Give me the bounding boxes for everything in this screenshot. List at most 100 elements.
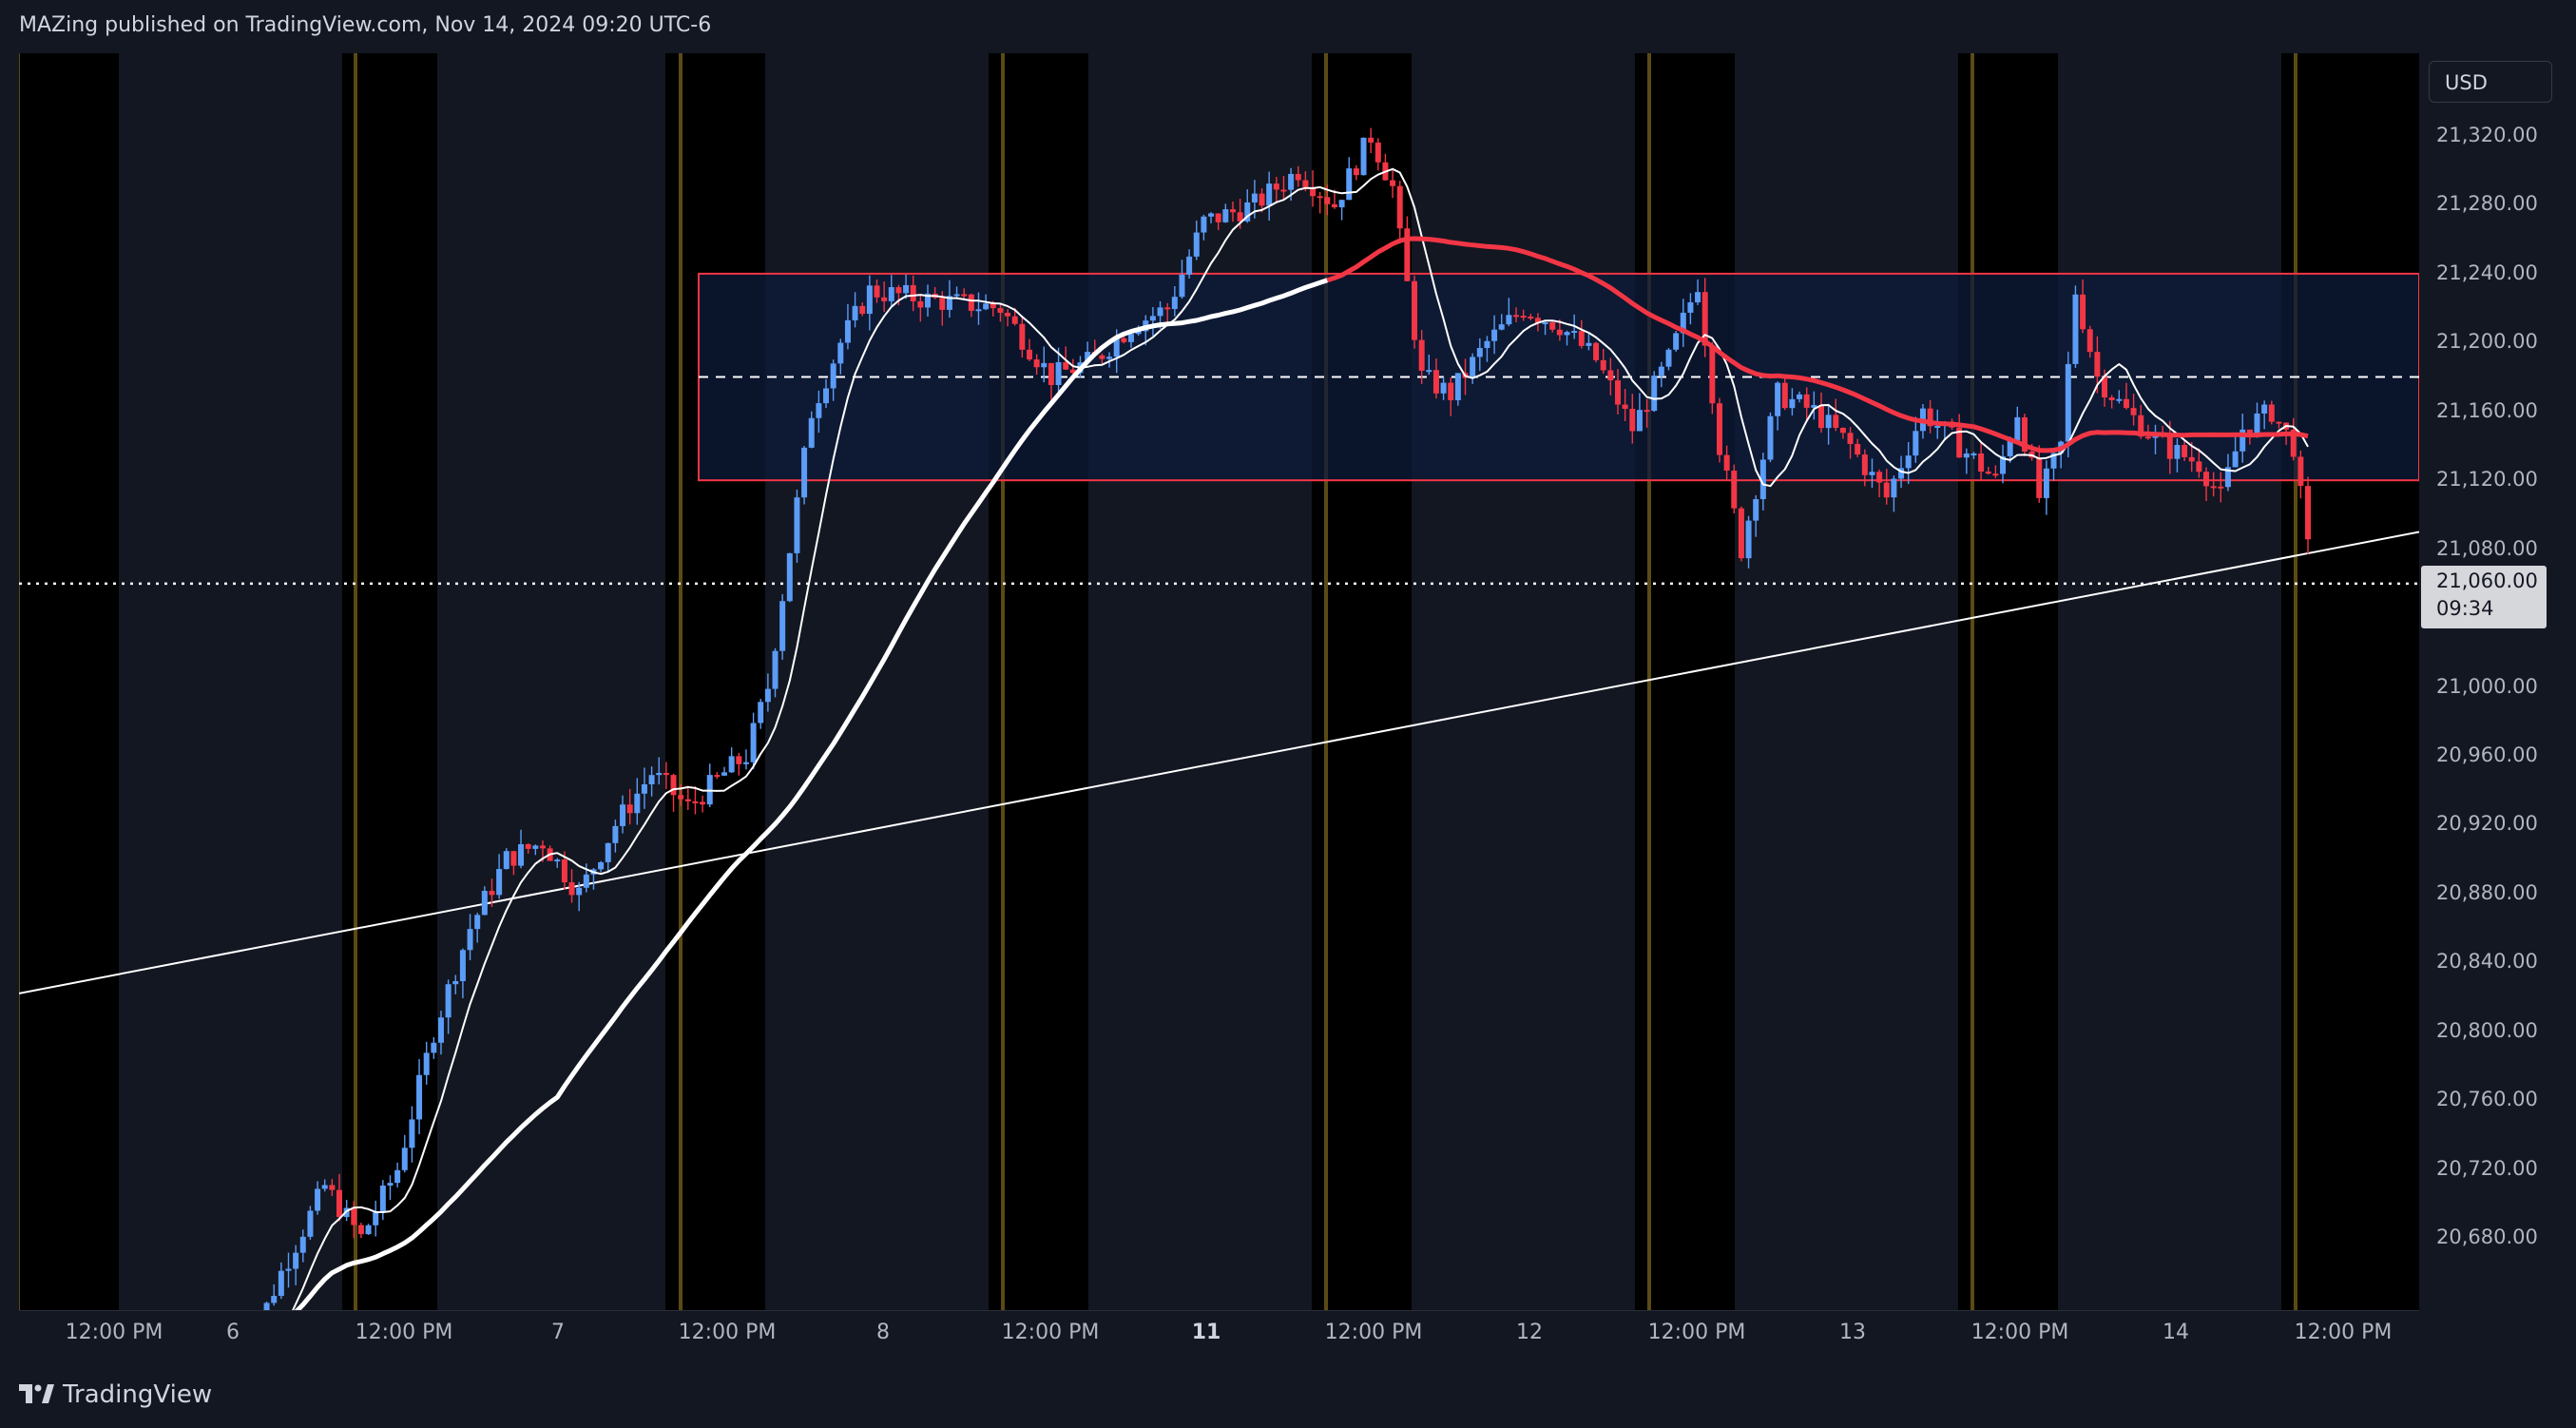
candle-body	[714, 775, 721, 778]
candle-body	[1622, 404, 1628, 409]
candle-body	[1876, 472, 1883, 483]
price-tick: 21,240.00	[2436, 261, 2538, 284]
candle-body	[1586, 342, 1592, 346]
candle-body	[1317, 196, 1323, 199]
candle-body	[1033, 359, 1040, 368]
candle-body	[539, 845, 546, 849]
candle-body	[1302, 180, 1309, 187]
candle-body	[2196, 461, 2202, 473]
price-tick: 20,720.00	[2436, 1156, 2538, 1180]
candle-body	[2276, 421, 2282, 424]
candle-body	[816, 403, 822, 418]
candle-body	[605, 842, 611, 862]
footer: TradingView	[0, 1360, 2576, 1428]
currency-button[interactable]: USD	[2429, 61, 2552, 103]
candle-body	[1985, 472, 1991, 474]
candle-body	[641, 783, 647, 794]
candle-body	[1121, 338, 1127, 342]
candle-body	[794, 497, 800, 553]
price-chart[interactable]	[19, 53, 2419, 1310]
candle-body	[1011, 316, 1018, 324]
candle-body	[728, 756, 735, 773]
candle-body	[1825, 415, 1832, 429]
candle-body	[379, 1185, 386, 1213]
candle-body	[1440, 382, 1447, 394]
candle-body	[1454, 373, 1461, 400]
candle-body	[1127, 334, 1134, 342]
candle-body	[1396, 185, 1403, 229]
candle-body	[736, 756, 742, 764]
candle-body	[1106, 357, 1113, 359]
time-tick: 12:00 PM	[355, 1321, 453, 1344]
chart-pane[interactable]	[19, 53, 2419, 1310]
candle-body	[2188, 456, 2195, 462]
candle-body	[1723, 454, 1730, 472]
candle-body	[2166, 436, 2173, 459]
candle-body	[299, 1236, 306, 1253]
time-tick: 12:00 PM	[2294, 1321, 2393, 1344]
price-tick: 21,320.00	[2436, 124, 2538, 146]
candle-body	[2182, 445, 2188, 457]
candle-body	[1891, 478, 1897, 498]
candle-body	[612, 825, 619, 843]
candle-body	[634, 793, 641, 814]
candle-body	[423, 1052, 430, 1075]
time-tick: 12:00 PM	[1001, 1321, 1100, 1344]
candle-body	[2218, 486, 2224, 489]
candle-body	[1179, 274, 1185, 298]
candle-body	[823, 388, 830, 404]
candle-body	[431, 1042, 437, 1053]
candle-body	[467, 929, 473, 951]
candle-body	[1687, 302, 1694, 313]
candle-body	[1506, 315, 1512, 325]
session-shade	[2281, 53, 2419, 1310]
publisher-info: MAZing published on TradingView.com, Nov…	[19, 13, 712, 37]
price-tick: 21,200.00	[2436, 330, 2538, 354]
time-tick: 12:00 PM	[1970, 1321, 2069, 1344]
candle-body	[742, 762, 749, 764]
candle-body	[2072, 294, 2079, 364]
time-tick: 12:00 PM	[1324, 1321, 1423, 1344]
candle-body	[532, 845, 539, 849]
time-tick: 14	[2163, 1321, 2189, 1344]
candle-body	[1048, 362, 1054, 385]
candle-body	[961, 294, 968, 297]
candle-body	[764, 688, 771, 703]
publish-header: MAZing published on TradingView.com, Nov…	[0, 0, 2576, 53]
candle-body	[1738, 508, 1744, 559]
candle-body	[1229, 209, 1236, 213]
candle-body	[837, 342, 844, 364]
candle-body	[844, 319, 851, 343]
candle-body	[1484, 340, 1490, 349]
time-axis[interactable]: 12:00 PM 6 12:00 PM 7 12:00 PM 8 12:00 PM 11 12:…	[19, 1310, 2419, 1359]
candle-body	[1905, 455, 1912, 469]
time-tick: 7	[551, 1321, 565, 1344]
tradingview-logo[interactable]: TradingView	[19, 1380, 212, 1409]
candle-body	[1695, 292, 1701, 303]
candle-body	[1709, 345, 1716, 404]
candle-body	[620, 804, 626, 826]
candle-body	[336, 1189, 342, 1218]
candle-body	[692, 801, 699, 803]
candle-body	[1869, 472, 1875, 475]
candle-body	[2036, 457, 2043, 498]
candle-body	[1375, 142, 1381, 163]
candle-body	[1615, 380, 1621, 405]
candle-body	[2108, 397, 2115, 400]
candle-body	[2174, 445, 2181, 459]
candle-body	[1470, 357, 1476, 378]
candle-body	[1992, 473, 1999, 476]
candle-body	[1716, 403, 1722, 455]
candle-body	[1767, 415, 1774, 460]
candle-body	[1564, 332, 1570, 336]
candle-body	[1593, 342, 1600, 360]
candle-body	[598, 861, 605, 870]
candle-body	[1556, 329, 1563, 336]
price-axis[interactable]: USD 21,320.00 21,280.00 21,240.00 21,200.00…	[2419, 53, 2576, 1310]
candle-body	[285, 1268, 292, 1271]
candle-body	[1295, 173, 1301, 181]
candle-body	[1578, 331, 1585, 346]
candle-body	[750, 723, 757, 762]
candle-body	[1346, 168, 1353, 201]
candle-body	[895, 287, 902, 294]
